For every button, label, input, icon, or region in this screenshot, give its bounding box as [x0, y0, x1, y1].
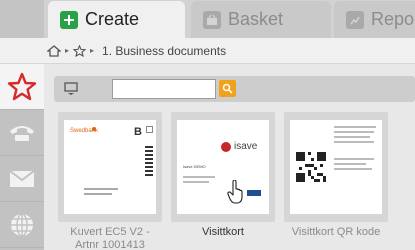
product-thumbnail[interactable]: Swedbank B	[58, 112, 162, 222]
main-content: Swedbank B Kuvert EC5 V2 - Artnr 1001413…	[44, 64, 415, 250]
search-button[interactable]	[219, 80, 236, 97]
tab-basket[interactable]: Basket	[191, 1, 331, 38]
product-card[interactable]: Swedbank B Kuvert EC5 V2 - Artnr 1001413	[58, 112, 162, 250]
isave-logo-icon	[221, 142, 231, 152]
phone-icon	[10, 125, 34, 141]
breadcrumb-separator-icon: ▸	[90, 46, 95, 55]
qr-code-icon	[296, 152, 326, 182]
tab-report[interactable]: Report	[334, 1, 415, 38]
mail-icon	[9, 169, 35, 187]
text-line	[334, 141, 374, 143]
contact-line	[183, 176, 215, 178]
report-icon	[346, 10, 364, 29]
rail-item-mail[interactable]	[0, 156, 44, 202]
globe-icon	[11, 212, 33, 237]
text-line	[334, 163, 366, 165]
product-caption: Visittkort QR kode	[291, 226, 381, 238]
search-icon	[222, 83, 233, 94]
partner-logo-icon	[247, 190, 261, 196]
breadcrumb: ▸ ▸ 1. Business documents	[0, 38, 415, 64]
thumb-brand: isave	[234, 141, 258, 152]
tab-report-label: Report	[371, 9, 415, 29]
tabbar-left-cap	[0, 0, 44, 38]
tab-create-label: Create	[85, 9, 140, 29]
text-line	[334, 126, 376, 128]
envelope-preview: Swedbank B	[64, 120, 156, 214]
stamp-box-icon	[146, 126, 153, 133]
product-caption: Visittkort	[202, 226, 244, 238]
toolbar	[54, 76, 415, 102]
tab-create[interactable]: Create	[48, 1, 185, 38]
barcode-icon	[145, 146, 153, 176]
view-options-icon[interactable]	[64, 82, 78, 100]
thumb-letter: B	[134, 126, 142, 138]
tab-basket-label: Basket	[228, 9, 284, 29]
rail-item-favorites[interactable]	[0, 64, 44, 110]
thumb-line1: Isave DEMO	[183, 164, 206, 169]
product-caption: Kuvert EC5 V2 - Artnr 1001413	[70, 226, 150, 250]
contact-line	[183, 181, 209, 183]
product-card[interactable]: Visittkort QR kode	[284, 112, 388, 239]
text-line	[334, 131, 374, 133]
star-icon	[7, 72, 37, 100]
product-card[interactable]: isave Isave DEMO Visittkort	[171, 112, 275, 239]
home-icon[interactable]	[47, 44, 61, 57]
basket-icon	[203, 10, 221, 29]
search-input[interactable]	[112, 79, 216, 99]
left-rail	[0, 64, 44, 250]
product-thumbnail[interactable]	[284, 112, 388, 222]
plus-icon	[60, 10, 78, 29]
rail-item-globe[interactable]	[0, 202, 44, 248]
rail-item-phone[interactable]	[0, 110, 44, 156]
breadcrumb-current[interactable]: 1. Business documents	[102, 44, 226, 58]
address-line	[84, 188, 118, 190]
top-tab-bar: Create Basket Report	[0, 0, 415, 38]
text-line	[334, 136, 370, 138]
breadcrumb-separator-icon: ▸	[65, 46, 70, 55]
qr-card-preview	[290, 120, 382, 214]
logo-dot-icon	[92, 127, 96, 131]
breadcrumb-star-icon[interactable]	[73, 44, 87, 57]
product-thumbnail[interactable]: isave Isave DEMO	[171, 112, 275, 222]
text-line	[334, 158, 374, 160]
business-card-preview: isave Isave DEMO	[177, 120, 269, 214]
address-line	[84, 193, 112, 195]
text-line	[334, 168, 372, 170]
hand-cursor-icon	[227, 180, 243, 204]
